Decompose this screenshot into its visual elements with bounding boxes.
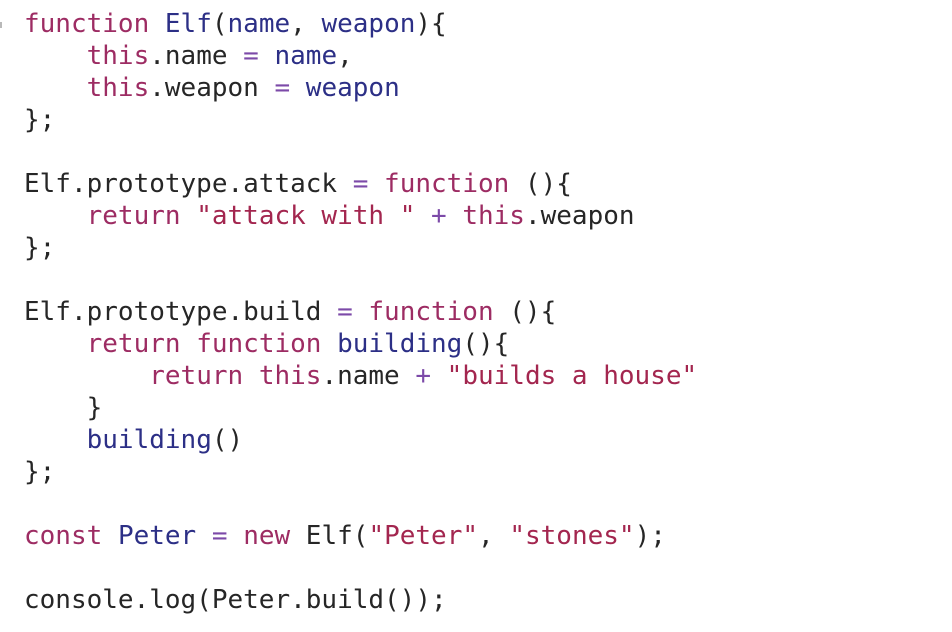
code-token-plain: , (478, 521, 510, 551)
code-line: return function building(){ (24, 328, 952, 360)
code-token-keyword: return (149, 361, 244, 391)
code-block: function Elf(name, weapon){ this.name = … (24, 8, 952, 616)
code-token-string: "attack with " (196, 201, 416, 231)
code-line: this.weapon = weapon (24, 72, 952, 104)
code-token-keyword: function (196, 329, 322, 359)
code-token-plain: }; (24, 457, 56, 487)
code-token-plain: }; (24, 105, 56, 135)
code-token-keyword: return (86, 201, 181, 231)
code-token-ident: Peter (117, 521, 197, 551)
code-token-plain: (){ (493, 297, 557, 327)
code-token-plain: , (337, 41, 353, 71)
code-token-plain: ( (211, 9, 228, 39)
code-token-string: "builds a house" (446, 361, 698, 391)
code-token-plain: .name (321, 361, 416, 391)
code-token-keyword: this (86, 41, 150, 71)
code-line: }; (24, 456, 952, 488)
code-token-op: = (352, 169, 369, 199)
code-token-ident: name (274, 41, 338, 71)
code-token-plain: ); (634, 521, 666, 551)
code-token-plain: .weapon (149, 73, 275, 103)
code-token-op: + (415, 361, 432, 391)
code-token-keyword: function (368, 297, 494, 327)
code-line: Elf.prototype.build = function (){ (24, 296, 952, 328)
code-token-string: "Peter" (368, 521, 479, 551)
code-token-op: = (243, 41, 259, 71)
code-token-keyword: this (86, 73, 150, 103)
code-token-plain: .weapon (524, 201, 635, 231)
code-line: this.name = name, (24, 40, 952, 72)
code-line: }; (24, 104, 952, 136)
code-line: console.log(Peter.build()); (24, 584, 952, 616)
code-token-keyword: new (243, 521, 291, 551)
code-token-ident: name (227, 9, 291, 39)
code-line: }; (24, 232, 952, 264)
code-token-ident: building (86, 425, 212, 455)
code-token-plain: (){ (509, 169, 572, 199)
code-token-ident: Elf (164, 9, 212, 39)
code-token-plain: Elf( (290, 521, 369, 551)
code-token-plain: () (211, 425, 244, 455)
code-line: return "attack with " + this.weapon (24, 200, 952, 232)
code-token-plain: (){ (462, 329, 510, 359)
code-token-plain: }; (24, 233, 56, 263)
code-token-ident: building (337, 329, 463, 359)
code-editor[interactable]: function Elf(name, weapon){ this.name = … (0, 0, 952, 632)
code-token-plain: Elf.prototype.build (24, 297, 338, 327)
code-token-op: = (337, 297, 353, 327)
code-token-plain: , (290, 9, 322, 39)
code-token-plain: .name (149, 41, 244, 71)
code-token-string: "stones" (509, 521, 635, 551)
code-line: function Elf(name, weapon){ (24, 8, 952, 40)
code-token-plain: console.log(Peter.build()); (24, 585, 447, 615)
code-token-keyword: const (24, 521, 103, 551)
code-token-ident: weapon (305, 73, 400, 103)
code-token-keyword: this (258, 361, 322, 391)
code-token-keyword: this (462, 201, 525, 231)
code-token-plain: Elf.prototype.attack (24, 169, 353, 199)
code-line: Elf.prototype.attack = function (){ (24, 168, 952, 200)
code-token-plain: } (24, 393, 103, 423)
code-token-keyword: function (384, 169, 510, 199)
code-token-keyword: function (24, 9, 150, 39)
code-token-keyword: return (86, 329, 181, 359)
gutter-marker (0, 22, 2, 28)
code-token-op: = (211, 521, 228, 551)
code-line: const Peter = new Elf("Peter", "stones")… (24, 520, 952, 552)
code-token-op: = (274, 73, 291, 103)
code-token-op: + (431, 201, 447, 231)
code-line: building() (24, 424, 952, 456)
code-line: } (24, 392, 952, 424)
code-line: return this.name + "builds a house" (24, 360, 952, 392)
code-token-ident: weapon (321, 9, 416, 39)
code-token-plain: ){ (415, 9, 447, 39)
